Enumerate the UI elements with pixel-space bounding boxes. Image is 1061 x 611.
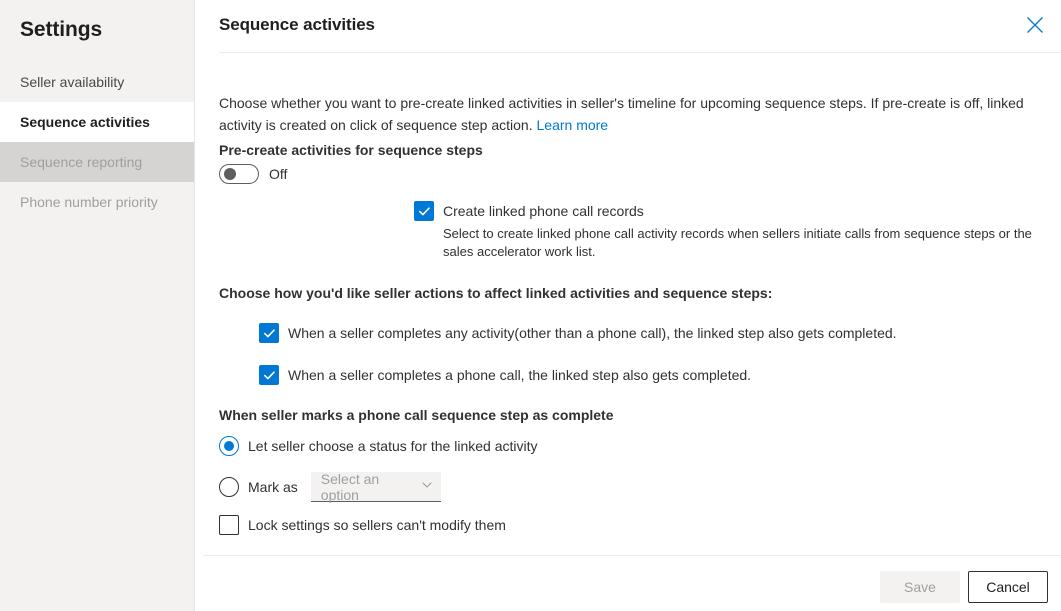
sidebar-item-phone-number-priority[interactable]: Phone number priority	[0, 182, 194, 222]
panel-header: Sequence activities	[195, 0, 1061, 53]
seller-completes-phone-call-checkbox[interactable]: When a seller completes a phone call, th…	[259, 365, 751, 385]
checkbox-label: Create linked phone call records	[443, 201, 644, 221]
seller-completes-any-activity-checkbox[interactable]: When a seller completes any activity(oth…	[259, 323, 897, 343]
sidebar-item-label: Seller availability	[20, 74, 124, 90]
mark-as-status-dropdown[interactable]: Select an option	[311, 472, 441, 502]
footer-divider	[203, 555, 1061, 556]
checkbox-label: When a seller completes a phone call, th…	[288, 365, 751, 385]
radio-selected-icon	[219, 436, 239, 456]
create-linked-phone-call-records-note: Select to create linked phone call activ…	[443, 225, 1061, 261]
description-text: Choose whether you want to pre-create li…	[219, 95, 1024, 133]
toggle-thumb	[224, 168, 236, 180]
panel-body: Choose whether you want to pre-create li…	[195, 53, 1061, 555]
checkbox-checked-icon	[259, 323, 279, 343]
sidebar-item-label: Sequence reporting	[20, 154, 142, 170]
learn-more-link[interactable]: Learn more	[537, 117, 609, 133]
settings-panel: Sequence activities Choose whether you w…	[195, 0, 1061, 611]
sidebar-item-sequence-reporting[interactable]: Sequence reporting	[0, 142, 194, 182]
settings-dialog: Settings Seller availability Sequence ac…	[0, 0, 1061, 611]
radio-let-seller-choose-status[interactable]: Let seller choose a status for the linke…	[219, 436, 537, 456]
cancel-button[interactable]: Cancel	[968, 571, 1048, 603]
chevron-down-icon	[421, 478, 433, 496]
seller-actions-heading: Choose how you'd like seller actions to …	[219, 285, 772, 301]
checkbox-label: Lock settings so sellers can't modify th…	[248, 515, 506, 535]
sidebar-item-label: Phone number priority	[20, 194, 158, 210]
precreate-toggle-row: Off	[219, 164, 287, 184]
settings-sidebar: Settings Seller availability Sequence ac…	[0, 0, 195, 611]
page-title: Sequence activities	[219, 15, 375, 35]
checkbox-checked-icon	[259, 365, 279, 385]
panel-footer: Save Cancel	[195, 555, 1061, 611]
lock-settings-checkbox[interactable]: Lock settings so sellers can't modify th…	[219, 515, 506, 535]
sidebar-item-sequence-activities[interactable]: Sequence activities	[0, 102, 194, 142]
precreate-toggle[interactable]	[219, 164, 259, 184]
close-icon[interactable]	[1019, 9, 1051, 41]
sidebar-title: Settings	[0, 0, 194, 44]
checkbox-label: When a seller completes any activity(oth…	[288, 323, 897, 343]
panel-description: Choose whether you want to pre-create li…	[219, 93, 1029, 136]
checkbox-checked-icon	[414, 201, 434, 221]
sidebar-nav-list: Seller availability Sequence activities …	[0, 62, 194, 222]
radio-unselected-icon[interactable]	[219, 477, 239, 497]
save-button[interactable]: Save	[880, 571, 960, 603]
create-linked-phone-call-records-checkbox[interactable]: Create linked phone call records	[414, 201, 644, 221]
sidebar-item-seller-availability[interactable]: Seller availability	[0, 62, 194, 102]
radio-label: Let seller choose a status for the linke…	[248, 438, 537, 454]
checkbox-unchecked-icon	[219, 515, 239, 535]
radio-mark-as-row: Mark as Select an option	[219, 472, 441, 502]
precreate-toggle-state: Off	[269, 166, 287, 182]
footer-actions: Save Cancel	[880, 571, 1048, 603]
dropdown-placeholder: Select an option	[321, 471, 421, 503]
mark-complete-heading: When seller marks a phone call sequence …	[219, 407, 614, 423]
sidebar-item-label: Sequence activities	[20, 114, 150, 130]
precreate-label: Pre-create activities for sequence steps	[219, 142, 483, 158]
radio-label: Mark as	[248, 479, 298, 495]
